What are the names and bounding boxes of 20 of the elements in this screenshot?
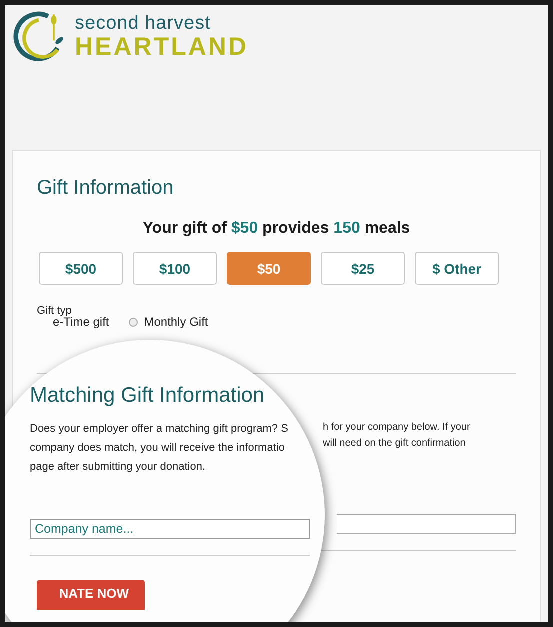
field-label: Gift typ xyxy=(37,305,73,317)
section-title: Matching Gift Information xyxy=(30,384,266,408)
section-title: Gift Information xyxy=(37,177,175,200)
logo-text: HEARTLAND xyxy=(75,34,249,60)
amount-button[interactable]: $100 xyxy=(133,252,217,285)
body-text: h for your company below. If your xyxy=(323,421,470,435)
input-field[interactable]: Company name... xyxy=(30,519,310,539)
amount-button[interactable]: $ Other xyxy=(415,252,499,285)
donate-button[interactable]: NATE NOW xyxy=(37,580,145,610)
radio-button[interactable] xyxy=(129,318,138,326)
amount-button[interactable]: $25 xyxy=(321,252,405,285)
body-text: company does match, you will receive the informatio xyxy=(30,441,285,456)
option-label: Monthly Gift xyxy=(144,315,208,329)
body-text: will need on the gift confirmation xyxy=(323,437,466,451)
amount-button[interactable]: $500 xyxy=(39,252,123,285)
body-text: page after submitting your donation. xyxy=(30,460,206,475)
body-text: Does your employer offer a matching gift program? S xyxy=(30,422,288,437)
gift-summary: Your gift of $50 provides 150 meals xyxy=(142,220,412,238)
option-label: e-Time gift xyxy=(53,315,110,329)
logo-text: second harvest xyxy=(75,14,212,34)
